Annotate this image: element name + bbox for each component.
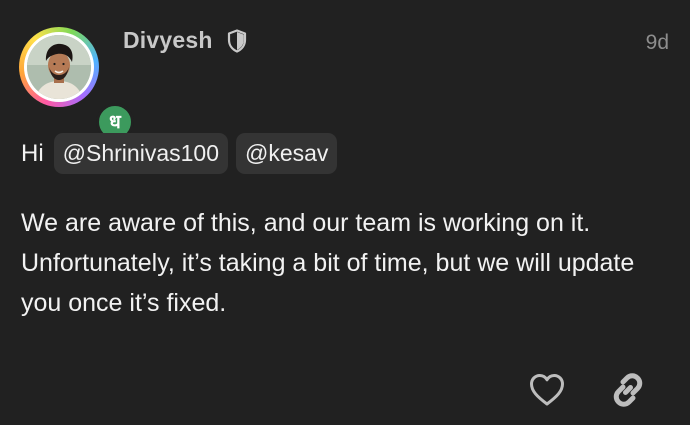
post-body: We are aware of this, and our team is wo… <box>21 209 635 317</box>
link-icon[interactable] <box>610 372 646 408</box>
post: ध Divyesh 9d Hi @Shrinivas100 @kesav We … <box>0 0 690 425</box>
mention-shrinivas100[interactable]: @Shrinivas100 <box>53 133 228 174</box>
shield-icon <box>227 29 247 53</box>
greeting-text: Hi <box>21 139 44 167</box>
avatar-photo <box>27 35 91 99</box>
author-name[interactable]: Divyesh <box>123 27 213 54</box>
mention-kesav[interactable]: @kesav <box>236 133 338 174</box>
avatar[interactable]: ध <box>17 27 134 141</box>
heart-icon[interactable] <box>529 373 565 407</box>
post-timestamp[interactable]: 9d <box>646 31 669 55</box>
greeting-line: Hi @Shrinivas100 @kesav <box>21 133 338 174</box>
